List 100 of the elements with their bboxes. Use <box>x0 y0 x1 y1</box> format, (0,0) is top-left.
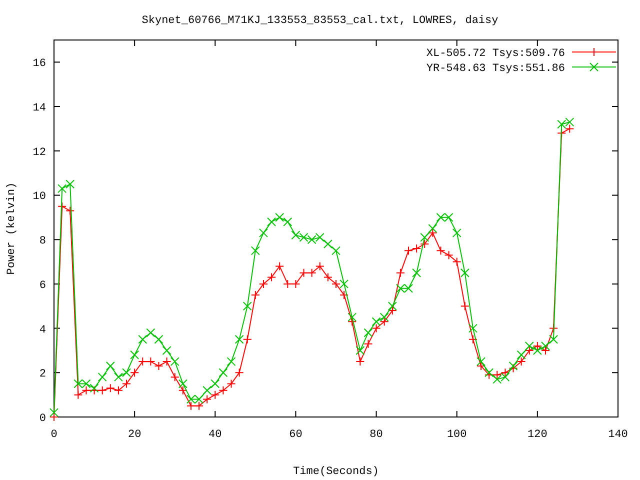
legend-label: YR-548.63 Tsys:551.86 <box>426 63 565 75</box>
data-point <box>500 368 510 378</box>
data-point <box>194 394 204 404</box>
x-tick-label: 60 <box>289 429 302 441</box>
data-point <box>565 124 574 134</box>
data-point <box>138 357 148 366</box>
data-point <box>154 334 164 344</box>
data-point <box>114 386 123 395</box>
data-point <box>396 268 405 278</box>
data-point <box>532 342 542 351</box>
data-point <box>372 317 381 326</box>
data-point <box>500 372 510 382</box>
data-point <box>267 217 276 226</box>
data-point <box>452 228 462 238</box>
y-tick-label: 2 <box>39 368 46 381</box>
data-point <box>283 279 292 288</box>
data-point <box>202 386 212 395</box>
data-point <box>170 372 180 382</box>
data-point <box>444 212 454 222</box>
data-point <box>428 228 438 238</box>
data-point <box>396 284 405 293</box>
data-point <box>234 368 244 378</box>
data-point <box>98 372 107 382</box>
data-point <box>291 279 300 288</box>
data-point <box>364 328 373 338</box>
data-point <box>557 120 566 129</box>
data-point <box>210 379 220 388</box>
data-point <box>340 279 349 288</box>
data-point <box>468 324 478 333</box>
data-point <box>476 357 486 366</box>
data-point <box>340 290 349 300</box>
data-point <box>226 357 236 366</box>
y-tick-label: 4 <box>39 324 46 336</box>
data-point <box>444 250 454 260</box>
data-point <box>138 334 148 344</box>
data-point <box>484 370 494 380</box>
data-point <box>307 235 316 244</box>
data-point <box>428 224 438 233</box>
data-point <box>348 317 357 326</box>
data-point <box>178 379 188 388</box>
x-axis-label: Time(Seconds) <box>293 466 379 478</box>
data-point <box>82 386 91 395</box>
data-point <box>90 386 99 395</box>
data-point <box>170 357 180 366</box>
y-tick-label: 10 <box>32 191 46 204</box>
data-point <box>484 368 494 378</box>
y-tick-label: 12 <box>32 146 46 159</box>
data-point <box>315 262 324 271</box>
data-point <box>468 334 478 344</box>
data-point <box>524 342 534 351</box>
data-point <box>532 346 542 355</box>
legend-label: XL-505.72 Tsys:509.76 <box>426 48 565 60</box>
data-point <box>130 350 140 360</box>
data-point <box>58 184 67 194</box>
x-tick-label: 100 <box>446 429 467 441</box>
y-tick-label: 14 <box>32 102 46 115</box>
data-point <box>492 370 502 380</box>
data-point <box>540 346 550 355</box>
data-point <box>178 386 188 395</box>
legend-sample <box>572 62 616 72</box>
data-point <box>323 240 332 249</box>
data-point <box>508 362 518 370</box>
y-tick-label: 0 <box>39 413 46 425</box>
y-tick-label: 16 <box>32 58 46 70</box>
data-point <box>74 390 83 400</box>
data-point <box>154 362 164 370</box>
y-axis-label: Power (kelvin) <box>6 182 18 275</box>
data-point <box>250 246 260 256</box>
data-point <box>332 279 340 288</box>
x-tick-label: 40 <box>208 429 222 441</box>
data-point <box>283 217 292 226</box>
data-point <box>130 368 140 378</box>
data-point <box>516 350 526 360</box>
data-point <box>242 302 252 311</box>
data-point <box>58 202 67 211</box>
data-point <box>348 312 357 322</box>
data-point <box>315 232 324 242</box>
data-point <box>162 346 172 355</box>
data-point <box>106 362 115 370</box>
data-point <box>307 268 316 278</box>
data-point <box>420 232 430 242</box>
data-point <box>436 212 446 222</box>
data-point <box>122 379 132 388</box>
data-point <box>299 232 308 242</box>
data-point <box>242 334 252 344</box>
data-point <box>267 272 276 282</box>
data-point <box>186 401 196 410</box>
data-point <box>146 357 156 366</box>
data-point <box>388 306 397 316</box>
data-point <box>460 268 470 278</box>
data-point <box>218 386 228 395</box>
data-point <box>364 339 373 348</box>
data-point <box>404 284 414 293</box>
data-point <box>210 390 220 400</box>
data-point <box>275 212 284 222</box>
data-point <box>226 379 236 388</box>
data-point <box>186 394 196 404</box>
data-point <box>356 357 365 366</box>
data-point <box>452 257 462 266</box>
data-point <box>194 401 204 410</box>
